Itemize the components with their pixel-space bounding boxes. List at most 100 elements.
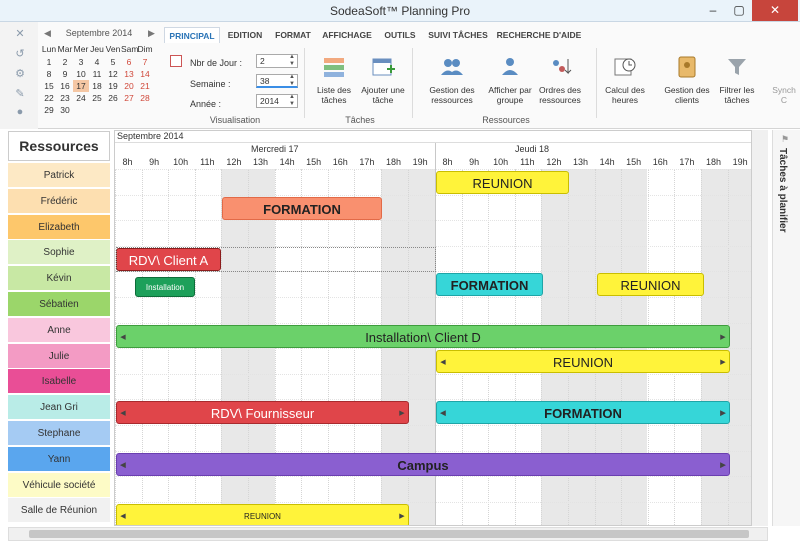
row-gridline: [115, 169, 751, 170]
resource-row[interactable]: Patrick: [8, 163, 110, 188]
calendar-day[interactable]: 27: [121, 92, 137, 104]
quick-access-bar: ✕ ↺ ⚙ ✎ ●: [0, 22, 38, 129]
resource-row[interactable]: Kévin: [8, 266, 110, 292]
pin-icon[interactable]: ✎: [14, 88, 26, 100]
close-button[interactable]: ✕: [752, 0, 798, 21]
calendar-day[interactable]: 16: [57, 80, 73, 92]
task-bar[interactable]: Campus ◀ ▶: [116, 452, 730, 476]
calendar-day[interactable]: 7: [137, 56, 153, 68]
synch-label: Synch C: [772, 85, 796, 105]
tab-edition[interactable]: EDITION: [222, 27, 268, 43]
afficher-groupe-button[interactable]: Afficher par groupe: [484, 55, 536, 110]
next-month-button[interactable]: ▶: [148, 28, 156, 39]
task-bar[interactable]: REUNION ◀ ▶: [436, 350, 730, 374]
gestion-ressources-button[interactable]: Gestion des ressources: [424, 55, 480, 110]
task-label: FORMATION: [263, 201, 341, 217]
task-bar[interactable]: RDV\ Fournisseur ◀ ▶: [116, 401, 409, 425]
resource-row[interactable]: Anne: [8, 317, 110, 343]
planning-grid[interactable]: Septembre 2014 Mercredi 17 Jeudi 18 8h 9h…: [114, 130, 752, 526]
resource-row[interactable]: Stephane: [8, 421, 110, 446]
tab-principal[interactable]: PRINCIPAL: [164, 27, 220, 43]
gestion-clients-button[interactable]: Gestion des clients: [662, 55, 712, 110]
semaine-value: 38: [260, 76, 270, 86]
hour-label: 11h: [520, 157, 535, 167]
task-bar[interactable]: Installation Client D: [135, 277, 195, 312]
calendar-day[interactable]: 28: [137, 92, 153, 104]
ajouter-tache-button[interactable]: Ajouter une tâche: [360, 55, 406, 110]
calendar-day[interactable]: 18: [89, 80, 105, 92]
calendar-day[interactable]: 23: [57, 92, 73, 104]
calendar-day[interactable]: 29: [41, 104, 57, 116]
calendar-day[interactable]: 12: [105, 68, 121, 80]
hour-label: 14h: [599, 157, 615, 167]
tab-outils[interactable]: OUTILS: [378, 27, 422, 43]
calendar-day[interactable]: 1: [41, 56, 57, 68]
tab-format[interactable]: FORMAT: [270, 27, 316, 43]
resource-row[interactable]: Salle de Réunion: [8, 498, 110, 524]
resource-row[interactable]: Véhicule société: [8, 472, 110, 498]
calendar-day[interactable]: 20: [121, 80, 137, 92]
task-bar[interactable]: REUNION ◀ ▶: [116, 503, 409, 525]
calendar-day[interactable]: 17: [73, 80, 89, 92]
gear-icon[interactable]: ⚙: [14, 68, 26, 80]
hour-label: 18h: [705, 157, 722, 167]
resource-row[interactable]: Sophie: [8, 240, 110, 266]
calendar-day[interactable]: 6: [121, 56, 137, 68]
calendar-day[interactable]: 13: [121, 68, 137, 80]
calendar-day: [137, 104, 153, 116]
semaine-label: Semaine :: [190, 79, 231, 89]
task-bar[interactable]: REUNION: [436, 171, 569, 194]
task-bar[interactable]: REUNION: [597, 273, 704, 297]
resource-row[interactable]: Sébatien: [8, 292, 110, 317]
calendar-day[interactable]: 2: [57, 56, 73, 68]
task-bar[interactable]: FORMATION: [222, 196, 382, 220]
calendar-day[interactable]: 30: [57, 104, 73, 116]
calendar-day[interactable]: 5: [105, 56, 121, 68]
hour-label: 19h: [732, 157, 748, 167]
liste-taches-button[interactable]: Liste des tâches: [312, 55, 356, 110]
undo-icon[interactable]: ↺: [14, 48, 26, 60]
resource-row[interactable]: Isabelle: [8, 369, 110, 395]
filtrer-taches-button[interactable]: Filtrer les tâches: [714, 55, 760, 110]
calendar-day[interactable]: 15: [41, 80, 57, 92]
annee-spinner[interactable]: 2014 ▲ ▼: [256, 94, 298, 108]
calendar-icon: [170, 55, 182, 67]
calendar-day[interactable]: 26: [105, 92, 121, 104]
calendar-day[interactable]: 22: [41, 92, 57, 104]
calendar-day[interactable]: 21: [137, 80, 153, 92]
calendar-day[interactable]: 8: [41, 68, 57, 80]
task-bar[interactable]: Installation\ Client D ◀ ▶: [116, 324, 730, 348]
vertical-scrollbar[interactable]: [752, 130, 768, 526]
ordres-ressources-button[interactable]: Ordres des ressources: [536, 55, 584, 110]
resource-row[interactable]: Elizabeth: [8, 214, 110, 240]
calendar-day[interactable]: 14: [137, 68, 153, 80]
resource-row[interactable]: Yann: [8, 446, 110, 472]
nbjour-spinner[interactable]: 2 ▲ ▼: [256, 54, 298, 68]
tab-affichage[interactable]: AFFICHAGE: [318, 27, 376, 43]
synch-button[interactable]: Synch C: [768, 55, 800, 110]
calendar-day[interactable]: 9: [57, 68, 73, 80]
calendar-day[interactable]: 4: [89, 56, 105, 68]
maximize-button[interactable]: ▢: [726, 0, 752, 21]
close-icon[interactable]: ✕: [14, 28, 26, 40]
calcul-heures-button[interactable]: Calcul des heures: [602, 55, 648, 110]
calendar-day[interactable]: 10: [73, 68, 89, 80]
resource-row[interactable]: Julie: [8, 343, 110, 369]
resource-row[interactable]: Frédéric: [8, 188, 110, 214]
resource-row[interactable]: Jean Gri: [8, 395, 110, 421]
calendar-day[interactable]: 3: [73, 56, 89, 68]
side-panel[interactable]: ⚑ Tâches à planifier: [772, 130, 800, 526]
task-bar[interactable]: FORMATION ◀ ▶: [436, 401, 730, 425]
minimize-button[interactable]: –: [700, 0, 726, 21]
task-bar[interactable]: FORMATION: [436, 273, 543, 297]
tab-suivi-taches[interactable]: SUIVI TÂCHES: [424, 27, 492, 43]
calendar-day[interactable]: 24: [73, 92, 89, 104]
calendar-day[interactable]: 25: [89, 92, 105, 104]
horizontal-scrollbar[interactable]: [8, 527, 768, 541]
scroll-thumb[interactable]: [29, 530, 749, 538]
tab-recherche-aide[interactable]: RECHERCHE D'AIDE: [494, 27, 584, 43]
calendar-day[interactable]: 11: [89, 68, 105, 80]
semaine-spinner[interactable]: 38 ▲ ▼: [256, 74, 298, 88]
calendar-day[interactable]: 19: [105, 80, 121, 92]
side-panel-title: Tâches à planifier: [777, 148, 788, 233]
